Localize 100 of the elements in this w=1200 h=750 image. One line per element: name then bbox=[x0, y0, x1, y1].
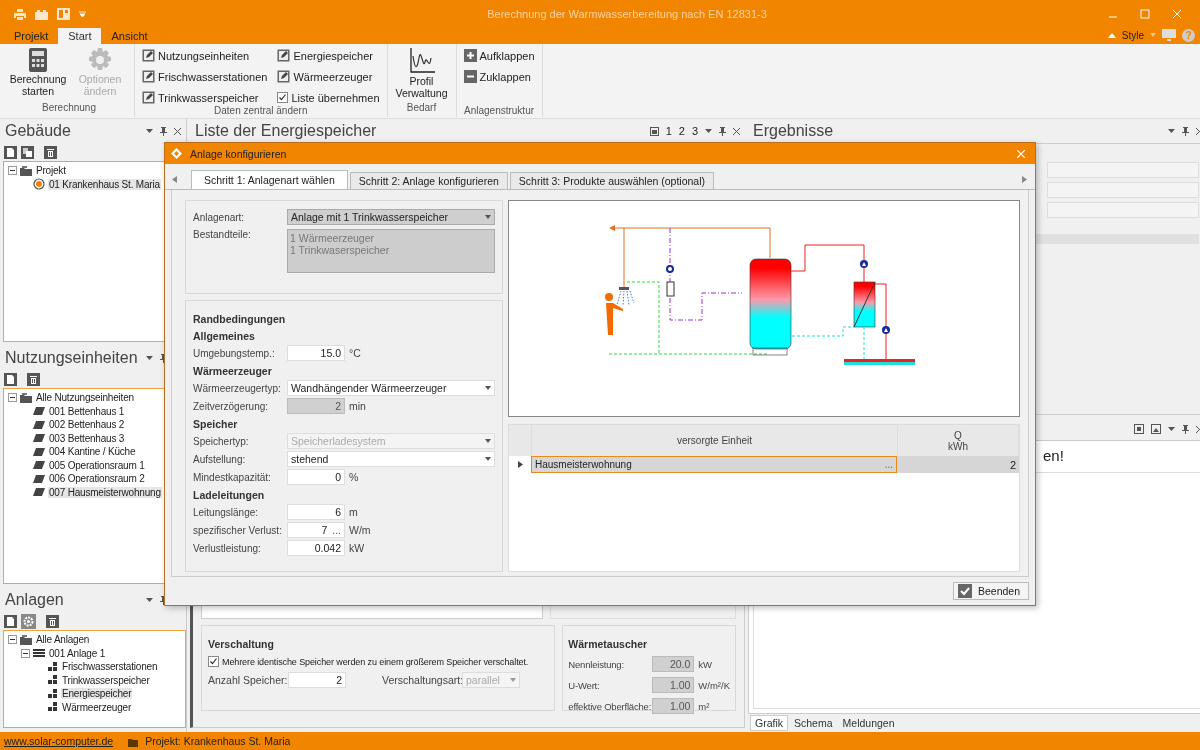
ribbon-button[interactable]: Profil Verwaltung bbox=[393, 48, 450, 102]
input-field[interactable]: 0 bbox=[287, 469, 345, 485]
page-number[interactable]: 1 bbox=[665, 125, 672, 137]
edit-icon bbox=[142, 91, 155, 104]
tree-item[interactable]: 005 Operationsraum 1 bbox=[48, 459, 146, 471]
checkbox-icon[interactable] bbox=[208, 656, 219, 667]
dialog-title: Anlage konfigurieren bbox=[190, 147, 287, 160]
finish-button[interactable]: Beenden bbox=[952, 582, 1029, 600]
tree-item[interactable]: 007 Hausmeisterwohnung bbox=[48, 486, 162, 498]
unit-icon bbox=[32, 486, 46, 499]
window-title: Berechnung der Warmwasserbereitung nach EN 12831-3 bbox=[486, 8, 768, 20]
dropdown-icon[interactable] bbox=[1168, 427, 1175, 431]
folder-icon bbox=[19, 391, 33, 404]
page-number[interactable]: 3 bbox=[691, 125, 698, 137]
tree-item[interactable]: Wärmeerzeuger bbox=[61, 701, 133, 713]
input-field[interactable]: 0.042 bbox=[287, 540, 345, 556]
trash-icon[interactable] bbox=[27, 372, 40, 386]
window-icon[interactable] bbox=[649, 126, 659, 136]
tree-item[interactable]: 002 Bettenhaus 2 bbox=[48, 419, 126, 431]
new-page-icon[interactable] bbox=[4, 372, 17, 386]
ribbon-button[interactable]: Liste übernehmen bbox=[276, 90, 381, 105]
image-icon[interactable] bbox=[1151, 424, 1161, 434]
group-label: Bedarf bbox=[405, 102, 438, 115]
tree-item[interactable]: 001 Bettenhaus 1 bbox=[48, 405, 126, 417]
wizard-tab[interactable]: Schritt 1: Anlagenart wählen bbox=[191, 170, 348, 189]
dropdown-icon[interactable] bbox=[146, 129, 153, 133]
ribbon-button[interactable]: Nutzungseinheiten bbox=[141, 48, 269, 63]
tree-item[interactable]: 006 Operationsraum 2 bbox=[48, 473, 146, 485]
ribbon-tab[interactable]: Ansicht bbox=[101, 28, 158, 44]
message-text: en! bbox=[1042, 447, 1065, 464]
dropdown-arrow-icon bbox=[485, 439, 491, 443]
new-page-icon[interactable] bbox=[4, 614, 17, 628]
unit-icon bbox=[32, 418, 46, 431]
field-label: Verschaltungsart: bbox=[382, 674, 460, 686]
tree-item[interactable]: Alle Nutzungseinheiten bbox=[35, 392, 135, 404]
dropdown[interactable]: stehend bbox=[287, 451, 495, 467]
unit-label: kW bbox=[349, 542, 365, 554]
dropdown-icon[interactable] bbox=[146, 598, 153, 602]
collapse-ribbon-icon[interactable] bbox=[1107, 32, 1116, 38]
ribbon-button[interactable]: Wärmeerzeuger bbox=[276, 69, 381, 84]
dropdown-icon[interactable] bbox=[1168, 129, 1175, 133]
ribbon-button[interactable]: Frischwasserstationen bbox=[141, 69, 269, 84]
tree-item[interactable]: Frischwasserstationen bbox=[61, 661, 159, 673]
unit-icon bbox=[32, 459, 46, 472]
collapse-icon[interactable] bbox=[21, 648, 30, 658]
dropdown[interactable]: Anlage mit 1 Trinkwasserspeicher bbox=[287, 209, 495, 225]
scroll-right-icon[interactable] bbox=[1022, 175, 1027, 183]
tree-item[interactable]: Alle Anlagen bbox=[35, 634, 91, 646]
ribbon-button[interactable]: Zuklappen bbox=[462, 69, 536, 84]
dropdown-icon[interactable] bbox=[146, 356, 153, 360]
caret-icon[interactable] bbox=[79, 11, 86, 17]
diamond-icon bbox=[171, 148, 182, 159]
ribbon-tab[interactable]: Projekt bbox=[4, 28, 59, 44]
style-menu[interactable]: Style bbox=[1121, 29, 1144, 41]
collapse-icon[interactable] bbox=[8, 393, 17, 403]
website-link[interactable]: www.solar-computer.de bbox=[4, 735, 114, 747]
checkbox[interactable]: Mehrere identische Speicher werden zu einem größerem Speicher verschaltet. bbox=[208, 656, 529, 667]
copy-icon[interactable] bbox=[21, 145, 34, 159]
wizard-tab[interactable]: Schritt 3: Produkte auswählen (optional) bbox=[509, 172, 715, 189]
dropdown-arrow-icon bbox=[485, 386, 491, 390]
tree-item[interactable]: 001 Anlage 1 bbox=[48, 647, 106, 659]
tree-item[interactable]: 004 Kantine / Küche bbox=[48, 446, 137, 458]
trash-icon[interactable] bbox=[44, 145, 57, 159]
collapse-icon[interactable] bbox=[8, 635, 17, 645]
ribbon-button[interactable]: Energiespeicher bbox=[276, 48, 381, 63]
section-title: Ladeleitungen bbox=[193, 488, 266, 502]
input-field[interactable]: 7 ... bbox=[287, 522, 345, 538]
tab[interactable]: Meldungen bbox=[838, 716, 899, 730]
fit-icon[interactable] bbox=[1134, 424, 1144, 434]
tree-item[interactable]: 003 Bettenhaus 3 bbox=[48, 432, 126, 444]
input-field[interactable]: 6 bbox=[287, 504, 345, 520]
tree-item[interactable]: 01 Krankenhaus St. Maria bbox=[48, 178, 161, 190]
ribbon-button[interactable]: Berechnung starten bbox=[10, 48, 66, 102]
dropdown[interactable]: Wandhängender Wärmeerzeuger bbox=[287, 380, 495, 396]
unit-label: °C bbox=[349, 347, 361, 359]
field-label: Aufstellung: bbox=[193, 453, 247, 465]
tree-item[interactable]: Trinkwasserspeicher bbox=[61, 674, 151, 686]
tab[interactable]: Grafik bbox=[750, 715, 788, 731]
ribbon-button[interactable]: Aufklappen bbox=[462, 48, 536, 63]
page-number[interactable]: 2 bbox=[678, 125, 685, 137]
row-pointer-icon[interactable] bbox=[518, 461, 523, 468]
table-cell[interactable]: Hausmeisterwohnung ... bbox=[531, 456, 897, 473]
gear-icon[interactable] bbox=[21, 613, 36, 629]
dropdown-icon[interactable] bbox=[705, 129, 712, 133]
input-field[interactable]: 15.0 bbox=[287, 345, 345, 361]
collapse-icon[interactable] bbox=[8, 166, 17, 176]
scroll-left-icon[interactable] bbox=[172, 175, 177, 183]
tree-item[interactable]: Projekt bbox=[35, 165, 67, 177]
edit-icon bbox=[142, 70, 155, 83]
tree-item[interactable]: Energiespeicher bbox=[61, 688, 133, 700]
ribbon-button[interactable]: Trinkwasserspeicher bbox=[141, 90, 269, 105]
panel-title: Anlagen bbox=[5, 591, 64, 609]
wizard-tab[interactable]: Schritt 2: Anlage konfigurieren bbox=[349, 172, 508, 189]
trash-icon[interactable] bbox=[46, 614, 59, 628]
new-page-icon[interactable] bbox=[4, 145, 17, 159]
input-field[interactable]: 2 bbox=[288, 672, 346, 688]
folder-icon bbox=[19, 164, 33, 177]
checkbox[interactable] bbox=[277, 92, 289, 103]
ribbon-tab[interactable]: Start bbox=[58, 28, 102, 44]
tab[interactable]: Schema bbox=[790, 716, 837, 730]
